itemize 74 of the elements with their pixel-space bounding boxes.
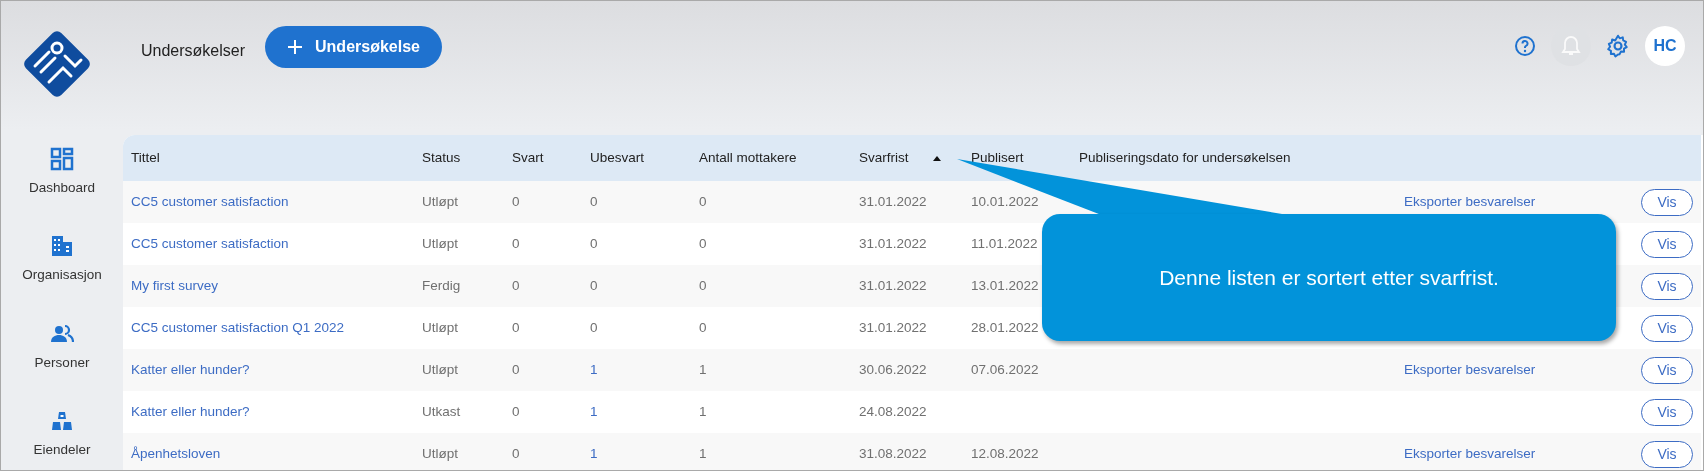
survey-title-link[interactable]: CC5 customer satisfaction (131, 235, 289, 251)
date-text: 31.01.2022 (859, 319, 927, 335)
date-text: 11.01.2022 (971, 235, 1038, 251)
count-text: 0 (512, 403, 520, 419)
sidebar-item[interactable]: Eiendeler (33, 408, 91, 460)
column-header[interactable]: Status (422, 149, 461, 165)
survey-title-link[interactable]: Katter eller hunder? (131, 361, 250, 377)
count-text: 0 (512, 277, 520, 293)
date-text: 13.01.2022 (971, 277, 1039, 293)
status-text: Utløpt (422, 445, 458, 461)
status-text: Ferdig (422, 277, 461, 293)
count-text: 0 (590, 319, 598, 335)
date-text: 12.08.2022 (971, 445, 1039, 461)
count-text: 0 (512, 193, 520, 209)
unanswered-link[interactable]: 1 (590, 445, 598, 461)
status-text: Utløpt (422, 319, 458, 335)
view-button[interactable]: Vis (1641, 230, 1693, 258)
count-text: 0 (512, 319, 520, 335)
page-title: Undersøkelser (141, 41, 246, 61)
dashboard-icon (50, 147, 74, 171)
count-text: 0 (699, 319, 707, 335)
unanswered-link[interactable]: 1 (590, 403, 598, 419)
survey-title-link[interactable]: My first survey (131, 277, 218, 293)
sidebar-item[interactable]: Personer (34, 321, 90, 373)
date-text: 30.06.2022 (859, 361, 927, 377)
plus-icon (287, 39, 304, 55)
bell-icon (1560, 34, 1582, 58)
status-text: Utløpt (422, 235, 458, 251)
count-text: 0 (699, 277, 707, 293)
date-text: 31.01.2022 (859, 235, 927, 251)
column-header[interactable]: Svart (512, 149, 544, 165)
column-header[interactable]: Ubesvart (590, 149, 645, 165)
settings-icon[interactable] (1605, 33, 1631, 59)
count-text: 0 (512, 361, 520, 377)
count-text: 1 (699, 445, 707, 461)
new-survey-button[interactable]: Undersøkelse (265, 26, 442, 68)
date-text: 07.06.2022 (971, 361, 1039, 377)
date-text: 31.01.2022 (859, 193, 927, 209)
view-button[interactable]: Vis (1641, 356, 1693, 384)
column-header[interactable]: Svarfrist (859, 149, 909, 165)
date-text: 24.08.2022 (859, 403, 927, 419)
avatar-button[interactable]: HC (1645, 26, 1685, 66)
count-text: 0 (590, 193, 598, 209)
count-text: 1 (699, 361, 707, 377)
building-icon (50, 234, 74, 259)
view-button[interactable]: Vis (1641, 440, 1693, 468)
count-text: 0 (512, 445, 520, 461)
date-text: 10.01.2022 (971, 193, 1039, 209)
count-text: 0 (512, 235, 520, 251)
status-text: Utløpt (422, 361, 458, 377)
view-button[interactable]: Vis (1641, 272, 1693, 300)
count-text: 0 (699, 193, 707, 209)
sidebar-item[interactable]: Organisasjon (22, 234, 102, 286)
date-text: 28.01.2022 (971, 319, 1039, 335)
status-text: Utkast (422, 403, 461, 419)
count-text: 0 (699, 235, 707, 251)
view-button[interactable]: Vis (1641, 398, 1693, 426)
column-header[interactable]: Publisert (971, 149, 1024, 165)
column-header[interactable]: Tittel (131, 149, 160, 165)
status-text: Utløpt (422, 193, 458, 209)
sidebar-item[interactable]: Dashboard (28, 147, 95, 199)
count-text: 0 (590, 235, 598, 251)
view-button[interactable]: Vis (1641, 314, 1693, 342)
date-text: 31.01.2022 (859, 277, 927, 293)
unanswered-link[interactable]: 1 (590, 361, 598, 377)
count-text: 0 (590, 277, 598, 293)
survey-title-link[interactable]: Katter eller hunder? (131, 403, 250, 419)
view-button[interactable]: Vis (1641, 188, 1693, 216)
survey-title-link[interactable]: Åpenhetsloven (131, 445, 221, 461)
survey-title-link[interactable]: CC5 customer satisfaction Q1 2022 (131, 319, 345, 335)
count-text: 1 (699, 403, 707, 419)
sort-arrow-icon[interactable] (932, 155, 941, 161)
date-text: 31.08.2022 (859, 445, 927, 461)
help-icon[interactable] (1513, 34, 1537, 58)
